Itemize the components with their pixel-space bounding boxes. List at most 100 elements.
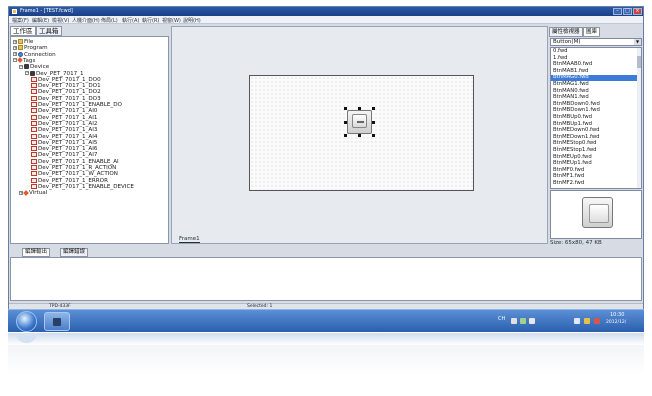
gallery-list-item[interactable]: BtnMEDown1.fwd — [553, 134, 600, 141]
gallery-list-item[interactable]: BtnMBDown0.fwd — [553, 101, 600, 108]
tree-node[interactable]: + Program — [13, 45, 48, 51]
tree-node[interactable]: Dev_PET_7017_1_AI1 — [31, 114, 97, 121]
gallery-list-item[interactable]: BtnMBUp1.fwd — [553, 121, 592, 128]
gallery-list-item[interactable]: BtnMEUp1.fwd — [553, 161, 592, 167]
tree-node[interactable]: Dev_PET_7017_1_DO3 — [31, 95, 101, 102]
design-canvas-area[interactable]: Frame1 — [171, 26, 548, 244]
tree-node[interactable]: Dev_PET_7017_1_AI5 — [31, 139, 97, 146]
security-icon[interactable] — [594, 318, 600, 324]
menu-item-0[interactable]: 檔案(F) — [12, 17, 29, 24]
frame-tab[interactable]: Frame1 — [179, 236, 200, 243]
resize-handle-sw[interactable] — [344, 134, 347, 137]
maximize-icon[interactable]: □ — [623, 8, 632, 15]
resize-handle-s[interactable] — [358, 134, 361, 137]
clock-time[interactable]: 10:30 — [610, 312, 624, 318]
tab-toolbox[interactable]: 工具箱 — [36, 26, 62, 36]
gallery-category-select[interactable]: Button(M) ▼ — [550, 38, 642, 46]
clock-date[interactable]: 2012/12/ — [606, 320, 626, 325]
menu-item-1[interactable]: 編輯(E) — [32, 17, 49, 24]
taskbar-app-button[interactable] — [44, 312, 70, 331]
tree-node[interactable]: Dev_PET_7017_1_AI2 — [31, 120, 98, 127]
tray-language[interactable]: CH — [498, 316, 505, 322]
gallery-list-item[interactable]: BtnMF0.fwd — [553, 167, 584, 174]
shield-icon[interactable] — [584, 318, 590, 324]
menu-item-6[interactable]: 執行(R) — [142, 17, 159, 24]
menu-item-8[interactable]: 說明(H) — [183, 17, 201, 24]
menu-item-7[interactable]: 視窗(W) — [162, 17, 181, 24]
expand-toggle-icon[interactable]: − — [19, 64, 23, 69]
tab-compile-output[interactable]: 編譯輸出 — [22, 248, 51, 257]
tab-compile-errors[interactable]: 編譯錯誤 — [60, 248, 89, 257]
gallery-list-item[interactable]: BtnMF2.fwd — [553, 180, 584, 187]
gallery-list-item[interactable]: BtnMAN0.fwd — [553, 88, 589, 95]
resize-handle-w[interactable] — [344, 121, 347, 124]
menu-item-3[interactable]: 人機介面(H) — [72, 17, 100, 24]
tab-property-viewer[interactable]: 屬性檢視器 — [549, 27, 583, 37]
tree-node[interactable]: + File — [13, 39, 33, 45]
resize-handle-nw[interactable] — [344, 107, 347, 110]
tree-node[interactable]: − Dev_PET_7017_1 — [25, 70, 84, 77]
flag-icon[interactable] — [574, 318, 580, 324]
tree-node[interactable]: − Tags — [13, 57, 35, 64]
gallery-list-item[interactable]: BtnMAG1.fwd — [553, 81, 589, 88]
scrollbar-thumb[interactable] — [637, 56, 641, 68]
tree-node[interactable]: Dev_PET_7017_1_W_ACTION — [31, 171, 118, 177]
gallery-list-item[interactable]: 0.fwd — [553, 48, 568, 55]
volume-icon[interactable] — [529, 318, 535, 324]
gallery-list-item[interactable]: BtnMAB1.fwd — [553, 68, 588, 75]
tab-workspace[interactable]: 工作區 — [10, 26, 36, 36]
tree-node[interactable]: Dev_PET_7017_1_ERROR — [31, 177, 108, 184]
resize-handle-se[interactable] — [372, 134, 375, 137]
variable-icon — [31, 171, 37, 177]
gallery-list-item[interactable]: BtnMBDown1.fwd — [553, 108, 600, 114]
keyboard-icon[interactable] — [511, 318, 517, 324]
tree-node[interactable]: Dev_PET_7017_1_DO2 — [31, 89, 101, 95]
expand-toggle-icon[interactable]: + — [13, 52, 17, 57]
resize-handle-n[interactable] — [358, 107, 361, 110]
gallery-scrollbar[interactable] — [637, 48, 641, 188]
gallery-list-item[interactable]: BtnMBUp0.fwd — [553, 114, 592, 121]
tree-node[interactable]: − Device — [19, 64, 49, 70]
tree-node[interactable]: Dev_PET_7017_1_DO1 — [31, 83, 101, 89]
tree-node[interactable]: Dev_PET_7017_1_ENABLE_DO — [31, 102, 122, 108]
resize-handle-ne[interactable] — [372, 107, 375, 110]
resize-handle-e[interactable] — [372, 121, 375, 124]
start-button[interactable] — [16, 311, 37, 332]
tree-node[interactable]: + Virtual — [19, 189, 47, 196]
menu-item-5[interactable]: 執行(A) — [122, 17, 139, 24]
tree-node[interactable]: Dev_PET_7017_1_AI6 — [31, 146, 97, 152]
tree-node[interactable]: Dev_PET_7017_1_AI3 — [31, 127, 97, 133]
expand-toggle-icon[interactable]: − — [25, 71, 29, 75]
tree-node[interactable]: Dev_PET_7017_1_AI7 — [31, 152, 97, 158]
expand-toggle-icon[interactable]: + — [13, 45, 17, 50]
tree-node[interactable]: Dev_PET_7017_1_AI0 — [31, 108, 97, 114]
expand-toggle-icon[interactable]: + — [13, 39, 17, 44]
menu-item-4[interactable]: 佈局(L) — [101, 17, 118, 24]
gallery-list-item[interactable]: 1.fwd — [553, 55, 568, 62]
frame-canvas[interactable] — [249, 75, 474, 191]
gallery-list-item[interactable]: BtnMF1.fwd — [553, 174, 584, 180]
tree-node-label: Dev_PET_7017_1_AI2 — [38, 120, 98, 127]
network-icon[interactable] — [520, 318, 526, 324]
gallery-list-item[interactable]: BtnMAN1.fwd — [553, 95, 589, 101]
gallery-file-list[interactable]: BtnMF2.fwd BtnMF1.fwd BtnMF0.fwd BtnMEUp1.f… — [550, 47, 642, 189]
gallery-list-item[interactable]: BtnMEStop0.fwd — [553, 141, 597, 147]
tree-node[interactable]: Dev_PET_7017_1_AI4 — [31, 133, 97, 140]
tree-node[interactable]: Dev_PET_7017_1_ENABLE_DEVICE — [31, 183, 134, 190]
button-widget[interactable] — [347, 110, 372, 134]
gallery-list-item[interactable]: BtnMEStop1.fwd — [553, 147, 597, 154]
menu-item-2[interactable]: 檢視(V) — [52, 17, 69, 24]
tree-node[interactable]: Dev_PET_7017_1_ENABLE_AI — [31, 158, 119, 165]
tab-gallery[interactable]: 圖庫 — [583, 27, 601, 37]
variable-icon — [31, 158, 37, 164]
minimize-icon[interactable]: – — [613, 8, 622, 15]
close-icon[interactable]: × — [633, 8, 642, 15]
tree-node[interactable]: Dev_PET_7017_1_DO0 — [31, 76, 101, 83]
tree-node[interactable]: Dev_PET_7017_1_R_ACTION — [31, 165, 116, 171]
gallery-list-item[interactable]: BtnMEDown0.fwd — [553, 128, 600, 134]
output-pane[interactable] — [10, 257, 642, 301]
gallery-list-item[interactable]: BtnMAAB0.fwd — [553, 62, 592, 68]
gallery-list-item[interactable]: BtnMAG0.fwd — [551, 75, 638, 81]
chevron-down-icon[interactable]: ▼ — [634, 39, 641, 45]
gallery-list-item[interactable]: BtnMEUp0.fwd — [553, 154, 592, 161]
